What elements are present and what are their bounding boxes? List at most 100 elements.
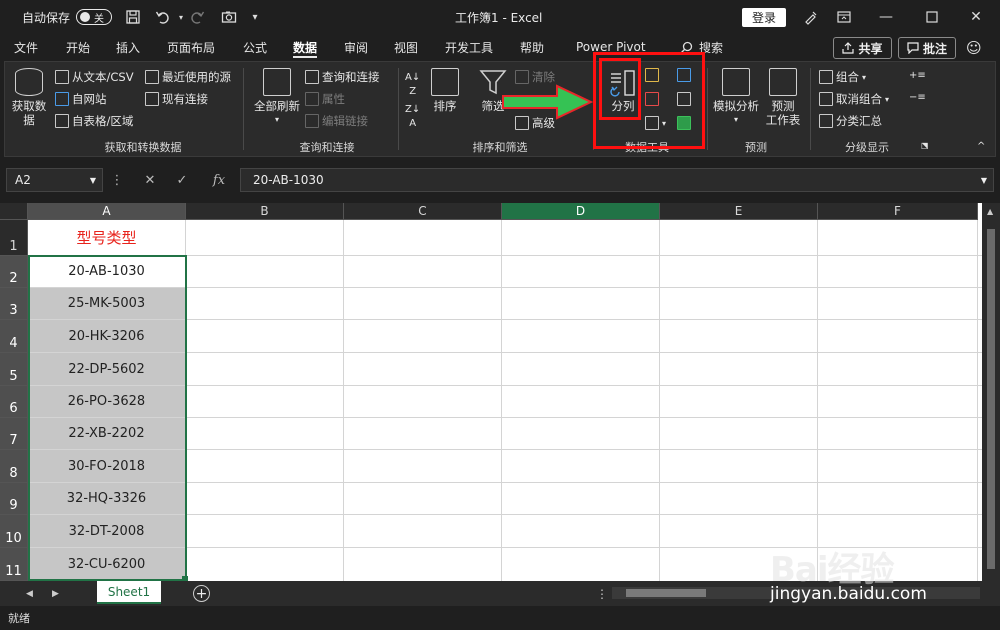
tab-formulas[interactable]: 公式 — [243, 34, 267, 60]
tab-insert[interactable]: 插入 — [116, 34, 140, 60]
ribbon-display-icon[interactable] — [826, 0, 862, 34]
collapse-ribbon-icon[interactable]: ^ — [977, 141, 985, 152]
close-icon[interactable]: ✕ — [958, 0, 994, 34]
clear-filter-button[interactable]: 清除 — [515, 69, 555, 85]
minimize-icon[interactable]: — — [868, 0, 904, 34]
maximize-icon[interactable] — [914, 0, 950, 34]
show-detail-icon[interactable]: +≡ — [909, 70, 926, 81]
status-text: 就绪 — [8, 612, 30, 625]
what-if-label: 模拟分析 — [713, 99, 759, 113]
recent-label: 最近使用的源 — [162, 70, 231, 84]
grid-lines — [185, 220, 982, 581]
sort-label: 排序 — [433, 99, 457, 113]
from-web-button[interactable]: 自网站 — [55, 91, 107, 107]
vertical-scrollbar[interactable]: ▲ — [982, 203, 1000, 581]
tab-page-layout[interactable]: 页面布局 — [167, 34, 215, 60]
scroll-up-icon[interactable]: ▲ — [987, 207, 993, 216]
redo-icon[interactable] — [186, 0, 208, 34]
get-data-label: 获取数 据 — [11, 99, 47, 127]
add-sheet-icon[interactable]: + — [193, 585, 210, 602]
share-label: 共享 — [858, 41, 883, 56]
cancel-icon[interactable]: ✕ — [140, 168, 160, 192]
subtotal-icon — [819, 114, 833, 128]
document-title: 工作簿1 - Excel — [455, 10, 543, 25]
recent-icon — [145, 70, 159, 84]
forecast-icon — [769, 68, 797, 96]
group-button[interactable]: 组合 ▾ — [819, 69, 866, 85]
tab-file[interactable]: 文件 — [14, 34, 38, 60]
formula-value: 20-AB-1030 — [253, 173, 324, 187]
edit-links-label: 编辑链接 — [322, 114, 368, 128]
customize-qat-icon[interactable]: ▾ — [244, 0, 266, 34]
subtotal-button[interactable]: 分类汇总 — [819, 113, 882, 129]
pen-icon[interactable] — [800, 0, 822, 34]
scrollbar-thumb[interactable] — [987, 229, 995, 569]
toggle-knob — [80, 12, 90, 22]
more-options-icon[interactable]: ⋮ — [110, 168, 124, 192]
formula-input[interactable]: 20-AB-1030 ▼ — [240, 168, 994, 192]
tab-home[interactable]: 开始 — [66, 34, 90, 60]
refresh-all-label: 全部刷新 — [254, 99, 300, 113]
from-table-button[interactable]: 自表格/区域 — [55, 113, 133, 129]
formula-bar: A2 ▼ ⋮ ✕ ✓ fx 20-AB-1030 ▼ — [0, 165, 1000, 195]
save-icon[interactable] — [122, 0, 144, 34]
forecast-label: 预测 工作表 — [765, 99, 801, 127]
from-table-label: 自表格/区域 — [72, 114, 134, 128]
name-box[interactable]: A2 ▼ — [6, 168, 103, 192]
what-if-icon — [722, 68, 750, 96]
group-separator — [810, 68, 811, 150]
name-box-dropdown-icon[interactable]: ▼ — [90, 176, 96, 185]
what-if-dropdown-icon: ▾ — [733, 115, 738, 124]
hscroll-thumb[interactable] — [626, 589, 706, 597]
queries-connections-button[interactable]: 查询和连接 — [305, 69, 380, 85]
sheet-tab-sheet1[interactable]: Sheet1 — [97, 581, 161, 604]
next-sheet-icon[interactable]: ▶ — [52, 581, 59, 606]
comment-icon — [907, 42, 919, 54]
get-data-button[interactable]: 获取数 据 — [9, 68, 49, 127]
tab-view[interactable]: 视图 — [394, 34, 418, 60]
what-if-button[interactable]: 模拟分析 ▾ — [711, 68, 761, 127]
enter-icon[interactable]: ✓ — [172, 168, 192, 192]
tab-data[interactable]: 数据 — [293, 34, 318, 60]
group-label-forecast: 预测 — [745, 141, 767, 154]
recent-sources-button[interactable]: 最近使用的源 — [145, 69, 231, 85]
share-icon — [842, 42, 855, 54]
group-separator — [398, 68, 399, 150]
connection-icon — [145, 92, 159, 106]
properties-icon — [305, 92, 319, 106]
smiley-icon[interactable]: ☺ — [966, 37, 982, 59]
prev-sheet-icon[interactable]: ◀ — [26, 581, 33, 606]
group-separator — [243, 68, 244, 150]
insert-function-icon[interactable]: fx — [206, 168, 232, 192]
sort-button[interactable]: 排序 — [427, 68, 463, 113]
properties-button[interactable]: 属性 — [305, 91, 345, 107]
sort-za-icon[interactable]: Z↓ A — [405, 104, 420, 129]
refresh-all-button[interactable]: 全部刷新 ▾ — [249, 68, 305, 127]
dialog-launcher-icon[interactable]: ⬔ — [921, 141, 929, 150]
tab-review[interactable]: 审阅 — [344, 34, 368, 60]
edit-links-button[interactable]: 编辑链接 — [305, 113, 368, 129]
forecast-sheet-button[interactable]: 预测 工作表 — [763, 68, 803, 127]
highlight-box-text-to-columns — [599, 58, 641, 120]
expand-formula-icon[interactable]: ▼ — [981, 176, 987, 185]
tab-help[interactable]: 帮助 — [520, 34, 544, 60]
camera-icon[interactable] — [218, 0, 240, 34]
ungroup-button[interactable]: 取消组合 ▾ — [819, 91, 889, 107]
comment-button[interactable]: 批注 — [898, 37, 956, 59]
sheet-options-icon[interactable]: ⋮ — [596, 581, 608, 606]
from-text-csv-button[interactable]: 从文本/CSV — [55, 69, 134, 85]
tab-developer[interactable]: 开发工具 — [445, 34, 493, 60]
clear-label: 清除 — [532, 70, 555, 84]
database-icon — [15, 68, 43, 96]
refresh-icon — [263, 68, 291, 96]
existing-connections-button[interactable]: 现有连接 — [145, 91, 208, 107]
hide-detail-icon[interactable]: −≡ — [909, 92, 926, 103]
baidu-watermark-url: jingyan.baidu.com — [770, 584, 927, 604]
share-button[interactable]: 共享 — [833, 37, 892, 59]
name-box-value: A2 — [15, 173, 31, 187]
properties-label: 属性 — [322, 92, 345, 106]
autosave-toggle[interactable]: 关 — [76, 9, 112, 25]
sort-az-icon[interactable]: A↓ Z — [405, 72, 420, 97]
worksheet-grid[interactable]: A B C D E F 1 2 3 4 5 6 7 8 9 10 11 型号类型… — [0, 203, 1000, 581]
login-button[interactable]: 登录 — [742, 8, 786, 27]
